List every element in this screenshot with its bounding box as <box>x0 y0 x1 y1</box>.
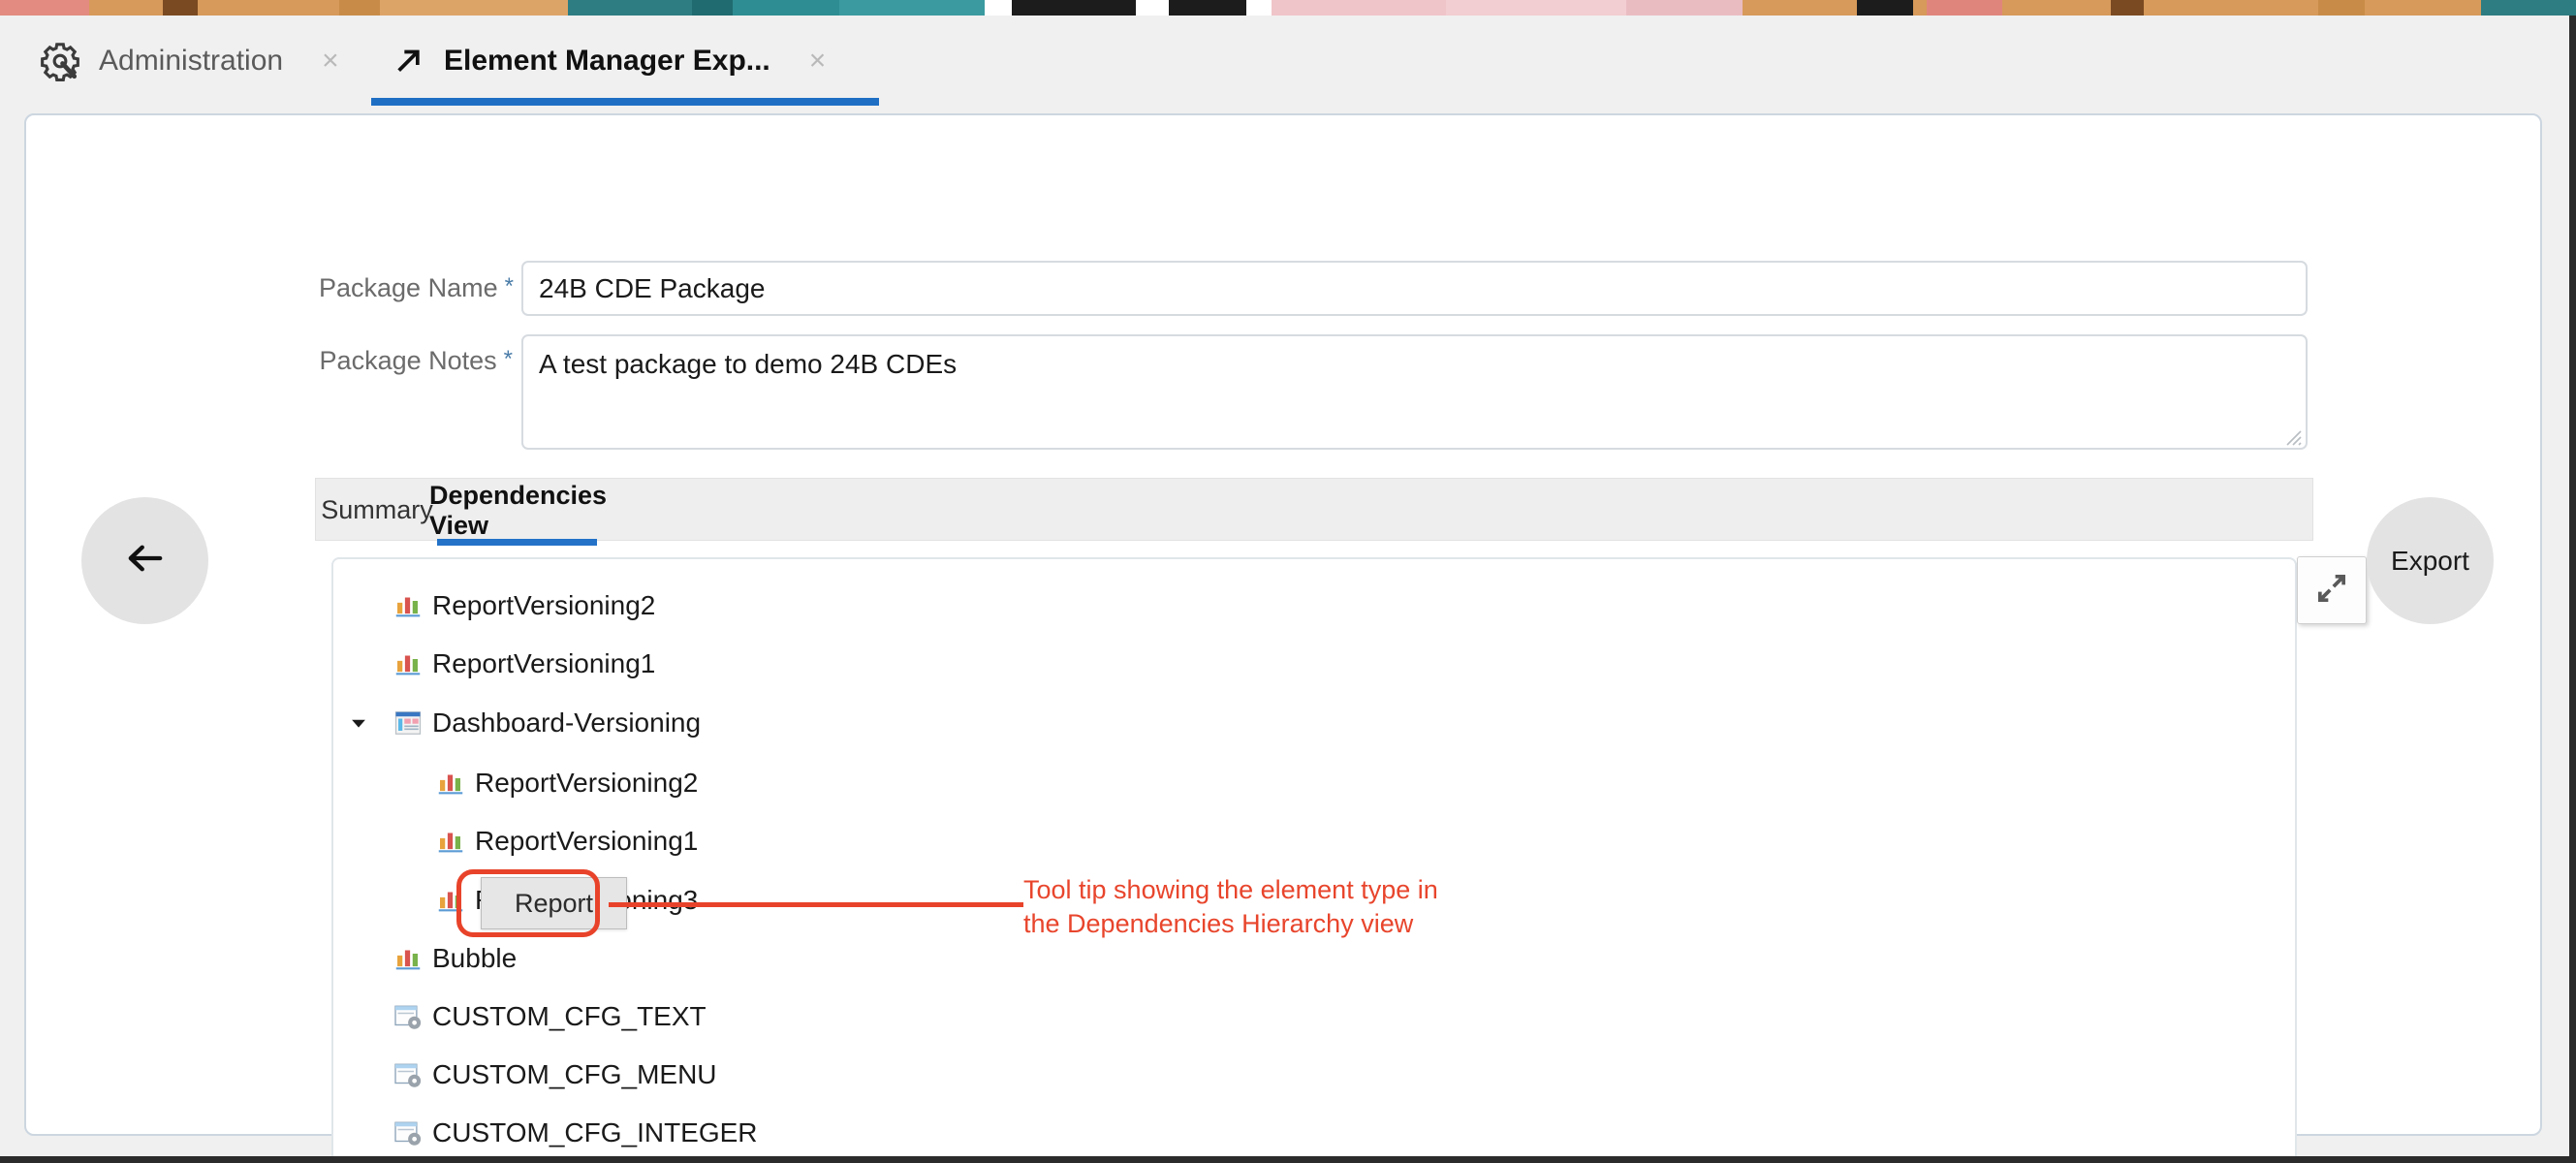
banner-segment <box>2144 0 2318 16</box>
report-bar-chart-icon <box>393 944 423 973</box>
report-bar-chart-icon <box>436 886 465 915</box>
banner-segment <box>380 0 568 16</box>
banner-segment <box>839 0 985 16</box>
banner-segment <box>2111 0 2144 16</box>
tree-row[interactable]: ReportVersioning1 <box>333 820 2295 863</box>
tree-row-label: ReportVersioning1 <box>475 826 699 856</box>
tree-row-label: Dashboard-Versioning <box>432 707 702 738</box>
package-notes-required-marker: * <box>503 346 513 372</box>
banner-segment <box>1927 0 2002 16</box>
tree-row[interactable]: CUSTOM_CFG_INTEGER <box>333 1112 2295 1154</box>
banner-segment <box>2365 0 2481 16</box>
config-gear-window-icon <box>393 1060 423 1089</box>
element-type-tooltip-text: Report <box>514 888 594 918</box>
config-gear-window-icon <box>393 1002 423 1031</box>
dependencies-tree-panel[interactable]: ReportVersioning2 ReportVersioning1 Dashbo… <box>331 557 2297 1156</box>
element-type-tooltip: Report <box>481 877 627 929</box>
active-inner-tab-indicator <box>437 539 597 546</box>
report-bar-chart-icon <box>393 591 423 620</box>
export-button[interactable]: Export <box>2367 497 2494 624</box>
tab-administration[interactable]: Administration × <box>39 16 339 106</box>
gear-wrench-icon <box>39 40 81 82</box>
expand-diagonal-icon <box>2312 569 2351 613</box>
banner-segment <box>2002 0 2111 16</box>
decorative-photo-strip <box>0 0 2576 16</box>
package-name-label: Package Name * <box>319 273 514 302</box>
tab-dependencies-view-label: Dependencies View <box>428 480 608 540</box>
chevron-down-icon[interactable] <box>348 712 369 734</box>
banner-segment <box>1246 0 1272 16</box>
diagonal-arrow-icon <box>388 42 426 80</box>
report-bar-chart-icon <box>436 827 465 856</box>
banner-segment <box>568 0 692 16</box>
tree-row[interactable]: ReportVersioning1 <box>333 643 2295 685</box>
tree-row-label: Bubble <box>432 943 518 973</box>
banner-segment <box>733 0 839 16</box>
tree-row[interactable]: CUSTOM_CFG_TEXT <box>333 995 2295 1038</box>
tree-row[interactable]: CUSTOM_CFG_MENU <box>333 1053 2295 1096</box>
banner-segment <box>1169 0 1246 16</box>
banner-segment <box>1012 0 1136 16</box>
tree-row-label: CUSTOM_CFG_INTEGER <box>432 1117 758 1147</box>
active-tab-indicator <box>371 98 879 106</box>
tab-element-manager-export[interactable]: Element Manager Exp... × <box>388 16 826 106</box>
inner-tab-strip: Summary Dependencies View <box>315 478 2313 541</box>
banner-segment <box>985 0 1012 16</box>
tab-element-manager-export-label: Element Manager Exp... <box>444 44 770 77</box>
tab-dependencies-view[interactable]: Dependencies View <box>429 479 607 542</box>
banner-segment <box>89 0 163 16</box>
banner-segment <box>1626 0 1743 16</box>
package-notes-input[interactable] <box>521 334 2308 450</box>
package-name-label-text: Package Name <box>319 273 498 302</box>
banner-segment <box>339 0 380 16</box>
config-gear-window-icon <box>393 1118 423 1147</box>
application-window: Administration × Element Manager Exp... … <box>0 16 2576 1163</box>
tab-summary-label: Summary <box>321 495 433 524</box>
tree-row[interactable]: ReportVersioning2 <box>333 762 2295 804</box>
banner-segment <box>692 0 733 16</box>
banner-segment <box>1743 0 1857 16</box>
report-bar-chart-icon <box>393 649 423 678</box>
banner-segment <box>1272 0 1446 16</box>
banner-segment <box>1446 0 1626 16</box>
banner-segment <box>163 0 198 16</box>
dashboard-window-icon <box>393 708 423 738</box>
tree-row[interactable]: Bubble <box>333 937 2295 980</box>
tab-element-manager-export-close-icon[interactable]: × <box>809 46 827 76</box>
tree-row-label: CUSTOM_CFG_MENU <box>432 1059 717 1089</box>
package-name-input[interactable] <box>521 261 2308 316</box>
package-name-required-marker: * <box>504 273 514 299</box>
tab-administration-close-icon[interactable]: × <box>322 46 339 76</box>
package-notes-label-text: Package Notes <box>319 346 497 375</box>
tab-bar: Administration × Element Manager Exp... … <box>0 16 2569 106</box>
banner-segment <box>1913 0 1927 16</box>
expand-button[interactable] <box>2297 556 2367 624</box>
tree-row[interactable]: Dashboard-Versioning <box>333 702 2295 744</box>
tree-row-label: ReportVersioning2 <box>475 768 699 798</box>
annotation-text: Tool tip showing the element type in the… <box>1023 875 1438 938</box>
tree-row[interactable]: ReportVersioning2 <box>333 584 2295 627</box>
tab-administration-label: Administration <box>99 44 284 77</box>
tree-row-label: CUSTOM_CFG_TEXT <box>432 1001 707 1031</box>
banner-segment <box>1136 0 1169 16</box>
banner-segment <box>0 0 89 16</box>
banner-segment <box>198 0 339 16</box>
banner-segment <box>1857 0 1913 16</box>
export-button-label: Export <box>2391 545 2469 576</box>
content-card: Package Name* Package Notes* Summary Dep… <box>24 113 2542 1156</box>
tree-row-label: ReportVersioning1 <box>432 648 656 678</box>
tab-summary[interactable]: Summary <box>316 479 438 542</box>
banner-segment <box>2318 0 2365 16</box>
report-bar-chart-icon <box>436 769 465 798</box>
back-button[interactable] <box>81 497 208 624</box>
package-notes-label: Package Notes * <box>319 348 513 374</box>
tree-row-label: ReportVersioning2 <box>432 590 656 620</box>
banner-segment <box>2481 0 2576 16</box>
left-arrow-icon <box>120 533 171 588</box>
